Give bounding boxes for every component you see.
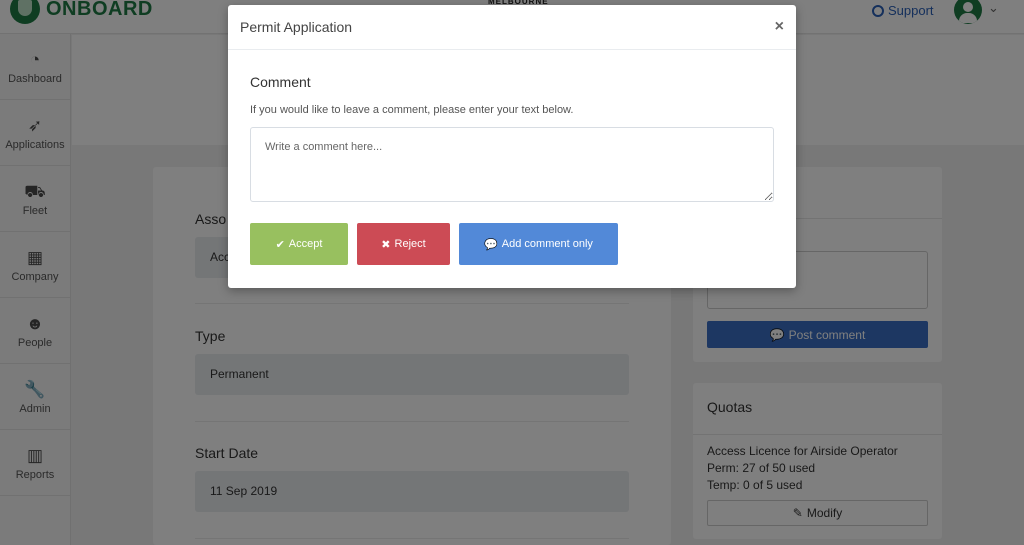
modal-title: Permit Application: [240, 19, 353, 35]
comment-heading: Comment: [250, 74, 311, 90]
permit-application-modal: Permit Application × Comment If you woul…: [228, 5, 796, 288]
check-icon: ✔: [275, 238, 285, 251]
reject-label: Reject: [394, 238, 426, 250]
modal-header: Permit Application ×: [228, 5, 796, 50]
comment-help-text: If you would like to leave a comment, pl…: [250, 104, 574, 116]
modal-actions: ✔ Accept ✖ Reject 💬 Add comment only: [250, 223, 774, 265]
close-icon[interactable]: ×: [775, 18, 784, 36]
modal-body: Comment If you would like to leave a com…: [228, 50, 796, 265]
add-comment-only-label: Add comment only: [501, 238, 593, 250]
reject-button[interactable]: ✖ Reject: [357, 223, 450, 265]
accept-label: Accept: [288, 238, 323, 250]
comment-textarea[interactable]: [250, 127, 774, 202]
x-icon: ✖: [381, 238, 391, 251]
accept-button[interactable]: ✔ Accept: [250, 223, 348, 265]
comment-icon: 💬: [484, 238, 498, 251]
add-comment-only-button[interactable]: 💬 Add comment only: [459, 223, 618, 265]
